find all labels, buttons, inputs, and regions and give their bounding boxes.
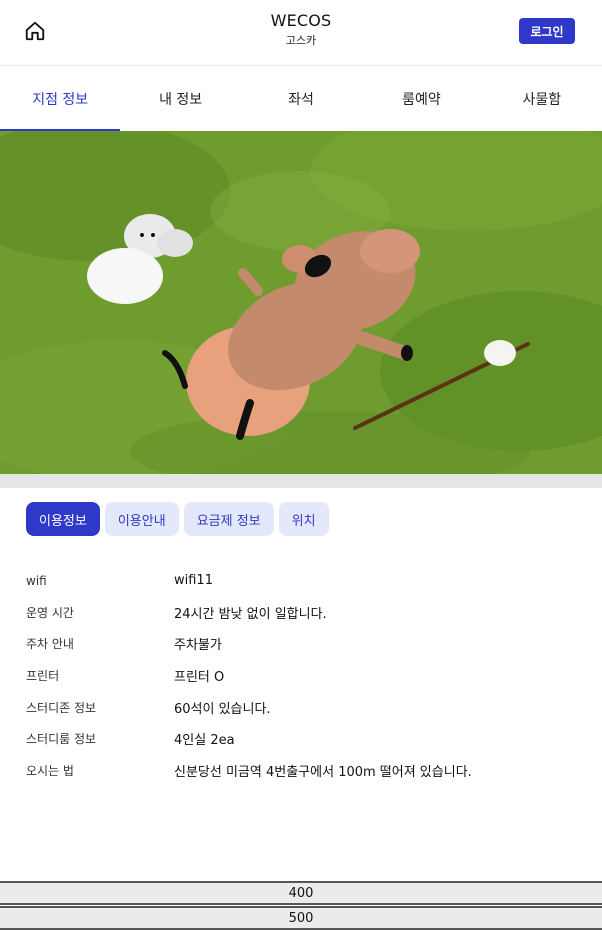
info-value: 주차불가 — [174, 638, 222, 654]
login-button[interactable]: 로그인 — [519, 18, 575, 44]
info-value: 24시간 밤낮 없이 일합니다. — [174, 606, 327, 622]
info-row-printer: 프린터 프린터 O — [26, 660, 586, 692]
bottom-bar-400: 400 — [0, 881, 602, 905]
tab-room-reservation[interactable]: 룸예약 — [361, 66, 481, 131]
info-label: 운영 시간 — [26, 605, 74, 620]
info-label: 오시는 법 — [26, 763, 74, 778]
info-row-wifi: wifi wifi11 — [26, 565, 586, 597]
main-tabs: 지점 정보 내 정보 좌석 룸예약 사물함 — [0, 66, 602, 131]
info-value: 신분당선 미금역 4번출구에서 100m 떨어져 있습니다. — [174, 764, 472, 780]
info-row-parking: 주차 안내 주차불가 — [26, 628, 586, 660]
info-label: 스터디존 정보 — [26, 700, 97, 715]
info-row-study-zone: 스터디존 정보 60석이 있습니다. — [26, 691, 586, 723]
branch-name: 고스카 — [285, 34, 317, 47]
tab-seats[interactable]: 좌석 — [241, 66, 361, 131]
app-header: WECOS 고스카 로그인 — [0, 0, 602, 66]
info-row-directions: 오시는 법 신분당선 미금역 4번출구에서 100m 떨어져 있습니다. — [26, 755, 586, 787]
info-row-study-room: 스터디룸 정보 4인실 2ea — [26, 723, 586, 755]
info-label: 프린터 — [26, 669, 60, 684]
chip-location[interactable]: 위치 — [278, 502, 329, 536]
info-list: wifi wifi11 운영 시간 24시간 밤낮 없이 일합니다. 주차 안내… — [26, 565, 586, 786]
branch-image — [0, 131, 602, 474]
info-label: 주차 안내 — [26, 637, 74, 652]
app-title: WECOS — [270, 11, 332, 30]
brand: WECOS 고스카 — [0, 11, 602, 48]
section-divider — [0, 474, 602, 488]
info-row-hours: 운영 시간 24시간 밤낮 없이 일합니다. — [26, 597, 586, 629]
info-tabs: 이용정보 이용안내 요금제 정보 위치 — [26, 502, 329, 536]
chip-usage-guide[interactable]: 이용안내 — [104, 502, 179, 536]
info-value: wifi11 — [174, 573, 213, 589]
quokka-illustration — [0, 131, 602, 474]
info-label: 스터디룸 정보 — [26, 732, 97, 747]
info-label: wifi — [26, 573, 47, 588]
chip-pricing-info[interactable]: 요금제 정보 — [183, 502, 274, 536]
tab-branch-info[interactable]: 지점 정보 — [0, 66, 121, 131]
info-value: 프린터 O — [174, 670, 225, 686]
info-value: 4인실 2ea — [174, 733, 235, 749]
info-value: 60석이 있습니다. — [174, 701, 271, 717]
tab-my-info[interactable]: 내 정보 — [120, 66, 240, 131]
chip-usage-info[interactable]: 이용정보 — [26, 502, 100, 536]
bottom-bar-500: 500 — [0, 906, 602, 930]
tab-locker[interactable]: 사물함 — [482, 66, 602, 131]
